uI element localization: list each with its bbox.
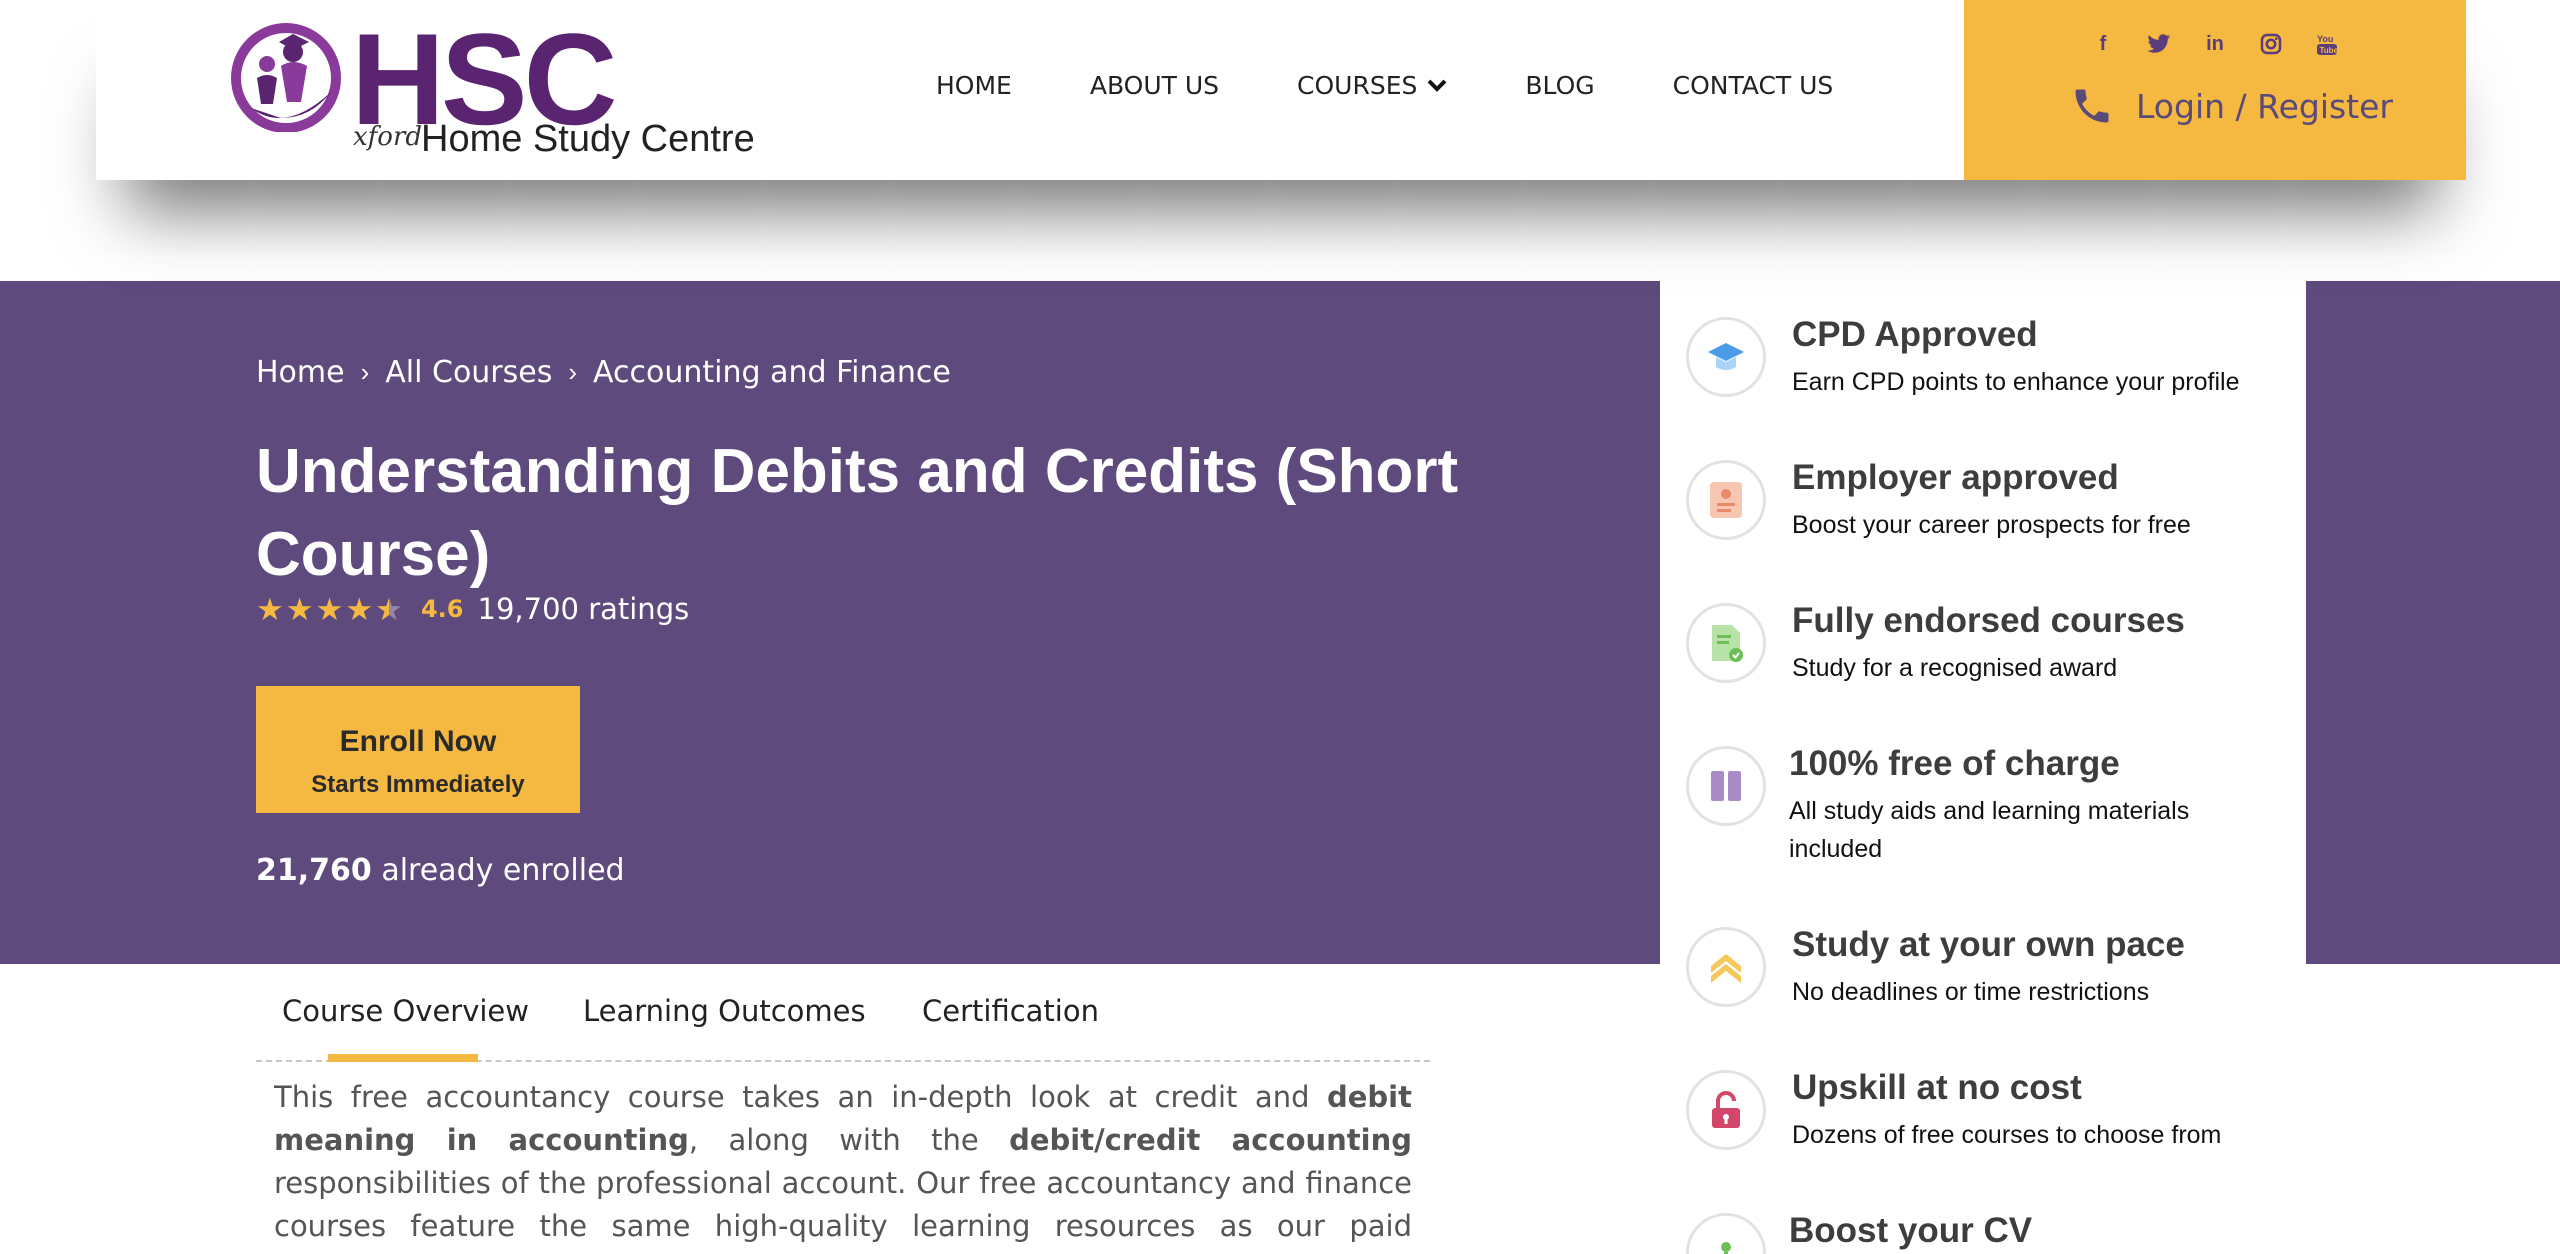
active-tab-indicator — [328, 1054, 478, 1062]
breadcrumb-category[interactable]: Accounting and Finance — [593, 355, 951, 390]
chevron-down-icon — [1427, 79, 1447, 92]
star-full-icon: ★ — [285, 591, 314, 627]
feature-title: Fully endorsed courses — [1792, 601, 2185, 640]
phone-icon — [2075, 89, 2109, 123]
feature-description: Boost your career prospects for free — [1792, 511, 2191, 539]
header-cta-panel: f in You Tube Login / Register — [1964, 0, 2466, 180]
books-icon — [1686, 746, 1766, 826]
feature-title: Employer approved — [1792, 458, 2119, 497]
feature-description: All study aids and learning materials in… — [1789, 797, 2190, 863]
instagram-icon[interactable] — [2259, 32, 2283, 56]
overview-text-1: This free accountancy course takes an in… — [274, 1080, 1327, 1114]
overview-text-3: responsibilities of the professional acc… — [274, 1166, 1412, 1254]
overview-bold-2: debit/credit accounting — [1009, 1123, 1412, 1157]
youtube-icon[interactable]: You Tube — [2315, 32, 2339, 56]
nav-blog[interactable]: BLOG — [1525, 71, 1594, 100]
enrolled-count: 21,760 already enrolled — [256, 853, 625, 888]
rating-count: 19,700 ratings — [477, 592, 690, 626]
feature-description: Earn CPD points to enhance your profile — [1792, 368, 2240, 396]
course-tabs: Course Overview Learning Outcomes Certif… — [256, 990, 1430, 1062]
site-logo[interactable]: HSC xford Home Study Centre — [231, 14, 755, 168]
course-overview-text: This free accountancy course takes an in… — [274, 1076, 1412, 1254]
feature-title: 100% free of charge — [1789, 744, 2120, 783]
feature-title: Study at your own pace — [1792, 925, 2185, 964]
breadcrumb: Home › All Courses › Accounting and Fina… — [256, 355, 951, 390]
enrolled-suffix: already enrolled — [381, 853, 625, 888]
feature-title: CPD Approved — [1792, 315, 2038, 354]
graduation-cap-icon — [1686, 317, 1766, 397]
nav-courses[interactable]: COURSES — [1297, 71, 1447, 100]
feature-title: Upskill at no cost — [1792, 1068, 2082, 1107]
unlock-icon — [1686, 1070, 1766, 1150]
nav-about[interactable]: ABOUT US — [1090, 71, 1219, 100]
nav-contact[interactable]: CONTACT US — [1673, 71, 1834, 100]
enroll-button-label: Enroll Now — [339, 724, 497, 758]
breadcrumb-home[interactable]: Home — [256, 355, 345, 390]
login-register-label: Login / Register — [2136, 86, 2393, 126]
id-badge-icon — [1686, 460, 1766, 540]
main-nav: HOME ABOUT US COURSES BLOG CONTACT US — [936, 0, 1911, 170]
certificate-document-icon — [1686, 603, 1766, 683]
star-full-icon: ★ — [256, 591, 284, 627]
nav-home[interactable]: HOME — [936, 71, 1012, 100]
feature-description: Study for a recognised award — [1792, 654, 2118, 682]
chevron-right-icon: › — [568, 357, 578, 387]
tab-certification[interactable]: Certification — [922, 994, 1099, 1028]
feature-title: Boost your CV — [1789, 1211, 2033, 1250]
tab-learning-outcomes[interactable]: Learning Outcomes — [583, 994, 866, 1028]
social-links: f in You Tube — [1964, 32, 2466, 56]
star-full-icon: ★ — [315, 591, 344, 627]
star-half-icon: ★ ★ — [375, 591, 403, 627]
logo-emblem-icon — [231, 23, 341, 132]
logo-prefix: xford — [353, 122, 423, 152]
chevrons-up-icon — [1686, 927, 1766, 1007]
logo-subtitle: Home Study Centre — [421, 118, 755, 160]
tab-course-overview[interactable]: Course Overview — [282, 994, 529, 1028]
cv-icon — [1686, 1213, 1766, 1254]
linkedin-icon[interactable]: in — [2203, 32, 2227, 56]
course-features-sidebar: CPD Approved Earn CPD points to enhance … — [1660, 281, 2306, 1254]
hero-background-strip — [2306, 281, 2560, 964]
enroll-button-sublabel: Starts Immediately — [311, 770, 525, 798]
enrolled-number: 21,760 — [256, 853, 372, 888]
facebook-icon[interactable]: f — [2091, 32, 2115, 56]
svg-text:Tube: Tube — [2320, 46, 2339, 55]
twitter-icon[interactable] — [2147, 32, 2171, 56]
enroll-now-button[interactable]: Enroll Now Starts Immediately — [256, 686, 580, 813]
chevron-right-icon: › — [360, 357, 370, 387]
svg-text:You: You — [2317, 34, 2333, 44]
breadcrumb-all-courses[interactable]: All Courses — [385, 355, 552, 390]
course-rating: ★ ★ ★ ★ ★ ★ 4.6 19,700 ratings — [256, 592, 689, 626]
nav-courses-label: COURSES — [1297, 70, 1418, 100]
login-register-link[interactable]: Login / Register — [2070, 84, 2393, 128]
feature-description: No deadlines or time restrictions — [1792, 978, 2150, 1006]
course-title: Understanding Debits and Credits (Short … — [256, 437, 1459, 589]
rating-value: 4.6 — [420, 595, 464, 623]
feature-description: Dozens of free courses to choose from — [1792, 1121, 2222, 1149]
star-full-icon: ★ — [345, 591, 374, 627]
overview-text-2: , along with the — [688, 1123, 1010, 1157]
site-header: HSC xford Home Study Centre HOME ABOUT U… — [96, 0, 2466, 180]
